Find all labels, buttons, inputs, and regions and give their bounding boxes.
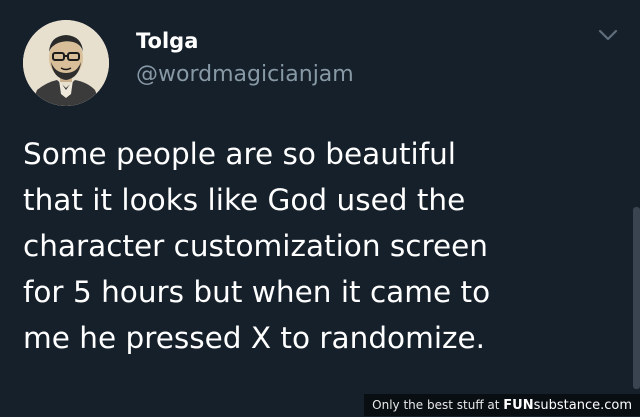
watermark-brand-rest: substance.com [533,398,632,413]
watermark: Only the best stuff at FUNsubstance.com [364,394,640,416]
tweet-text-line: Some people are so beautiful [23,137,456,171]
tweet-text: Some people are so beautiful that it loo… [23,131,623,361]
tweet-card: Tolga @wordmagicianjam Some people are s… [0,0,640,416]
watermark-brand-bold: FUN [503,398,534,413]
profile-avatar-illustration [23,20,109,106]
watermark-prefix: Only the best stuff at [372,398,504,412]
chevron-down-icon[interactable] [596,26,620,44]
user-handle[interactable]: @wordmagicianjam [136,60,354,90]
tweet-text-line: me he pressed X to randomize. [23,321,486,355]
tweet-text-line: for 5 hours but when it came to [23,275,491,309]
tweet-text-line: that it looks like God used the [23,183,466,217]
display-name[interactable]: Tolga [136,27,198,55]
scrollbar[interactable] [633,207,640,389]
tweet-text-line: character customization screen [23,229,488,263]
avatar[interactable] [23,20,109,106]
